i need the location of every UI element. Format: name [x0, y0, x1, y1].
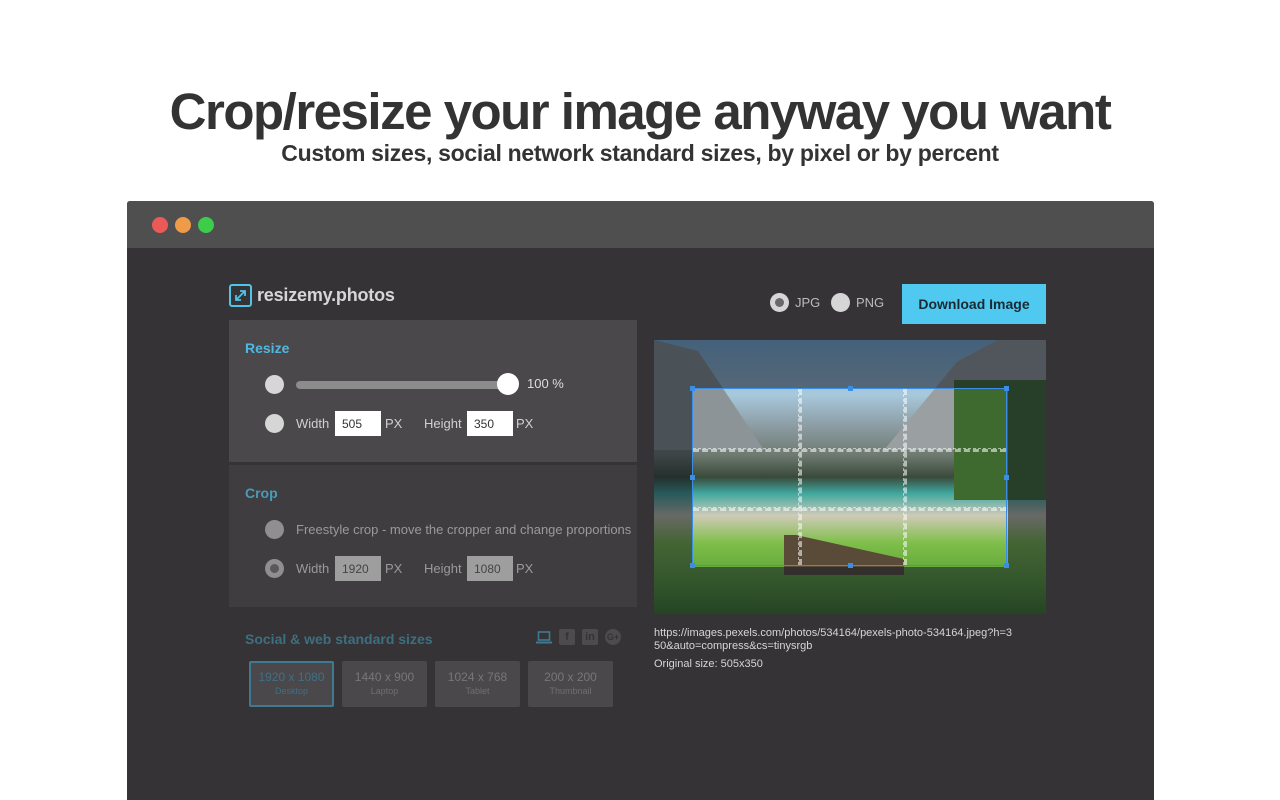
image-preview[interactable]: [654, 340, 1046, 614]
crop-title: Crop: [245, 485, 278, 501]
resize-height-label: Height: [424, 416, 462, 431]
crop-width-unit: PX: [385, 561, 403, 576]
size-preset-dim: 1024 x 768: [447, 670, 508, 684]
format-jpg-label: JPG: [795, 295, 821, 310]
resize-percent-value: 100 %: [527, 376, 564, 391]
size-presets: 1920 x 1080 Desktop 1440 x 900 Laptop 10…: [249, 661, 613, 707]
google-plus-icon[interactable]: G+: [605, 629, 621, 645]
crop-freestyle-radio[interactable]: [265, 520, 284, 539]
size-preset-dim: 1920 x 1080: [258, 670, 325, 684]
crop-shade-bottom: [654, 567, 1046, 614]
crop-height-input[interactable]: [467, 556, 513, 581]
slider-thumb[interactable]: [497, 373, 519, 395]
size-preset-desktop[interactable]: 1920 x 1080 Desktop: [249, 661, 334, 707]
crop-handle[interactable]: [848, 386, 853, 391]
logo-text: resizemy.photos: [257, 285, 395, 305]
format-png-radio[interactable]: [831, 293, 850, 312]
crop-shade-left: [654, 388, 692, 567]
crop-selection-box[interactable]: [690, 386, 1009, 568]
linkedin-icon[interactable]: in: [582, 629, 598, 645]
size-preset-name: Laptop: [370, 686, 399, 696]
format-jpg-option[interactable]: JPG: [770, 293, 820, 312]
resize-percent-radio[interactable]: [265, 375, 284, 394]
crop-freestyle-label: Freestyle crop - move the cropper and ch…: [296, 522, 632, 537]
crop-guide: [693, 507, 1006, 511]
social-sizes-title: Social & web standard sizes: [245, 631, 433, 647]
size-preset-laptop[interactable]: 1440 x 900 Laptop: [342, 661, 427, 707]
minimize-window-button[interactable]: [175, 217, 191, 233]
hero-title: Crop/resize your image anyway you want: [169, 83, 1112, 140]
resize-height-unit: PX: [516, 416, 534, 431]
crop-panel: Crop Freestyle crop - move the cropper a…: [229, 465, 637, 607]
resize-width-unit: PX: [385, 416, 403, 431]
crop-handle[interactable]: [690, 563, 695, 568]
crop-height-label: Height: [424, 561, 462, 576]
resize-width-label: Width: [296, 416, 330, 431]
crop-handle[interactable]: [1004, 475, 1009, 480]
crop-handle[interactable]: [690, 386, 695, 391]
size-preset-thumbnail[interactable]: 200 x 200 Thumbnail: [528, 661, 613, 707]
size-preset-tablet[interactable]: 1024 x 768 Tablet: [435, 661, 520, 707]
size-preset-name: Tablet: [465, 686, 490, 696]
crop-handle[interactable]: [1004, 386, 1009, 391]
facebook-icon[interactable]: f: [559, 629, 575, 645]
format-png-label: PNG: [856, 295, 885, 310]
crop-guide: [693, 448, 1006, 452]
crop-guide: [798, 389, 802, 565]
crop-fixed-radio[interactable]: [265, 559, 284, 578]
format-png-option[interactable]: PNG: [831, 293, 884, 312]
image-url: https://images.pexels.com/photos/534164/…: [654, 627, 1013, 652]
original-size: Original size: 505x350: [654, 658, 763, 670]
size-preset-dim: 200 x 200: [544, 670, 597, 684]
size-preset-dim: 1440 x 900: [354, 670, 415, 684]
crop-guide: [903, 389, 907, 565]
resize-width-input[interactable]: [335, 411, 381, 436]
crop-shade-right: [1008, 388, 1046, 567]
close-window-button[interactable]: [152, 217, 168, 233]
social-category-tabs: f in G+: [536, 629, 621, 645]
size-preset-name: Thumbnail: [549, 686, 592, 696]
size-preset-name: Desktop: [274, 686, 309, 696]
laptop-icon[interactable]: [536, 629, 552, 645]
expand-arrows-icon: [229, 284, 252, 307]
app-window: resizemy.photos Resize 100 % Width PX He…: [127, 201, 1154, 800]
app-logo[interactable]: resizemy.photos: [229, 284, 395, 307]
resize-percent-slider[interactable]: [296, 381, 508, 389]
crop-handle[interactable]: [690, 475, 695, 480]
resize-height-input[interactable]: [467, 411, 513, 436]
window-titlebar: [127, 201, 1154, 248]
download-image-button[interactable]: Download Image: [902, 284, 1046, 324]
maximize-window-button[interactable]: [198, 217, 214, 233]
format-jpg-radio[interactable]: [770, 293, 789, 312]
resize-pixel-radio[interactable]: [265, 414, 284, 433]
crop-height-unit: PX: [516, 561, 534, 576]
crop-handle[interactable]: [1004, 563, 1009, 568]
resize-panel: Resize 100 % Width PX Height PX: [229, 320, 637, 462]
social-sizes-section: Social & web standard sizes f in G+ 1920…: [229, 621, 637, 721]
resize-title: Resize: [245, 340, 290, 356]
crop-width-label: Width: [296, 561, 330, 576]
crop-handle[interactable]: [848, 563, 853, 568]
crop-width-input[interactable]: [335, 556, 381, 581]
crop-shade-top: [654, 340, 1046, 388]
hero-subtitle: Custom sizes, social network standard si…: [281, 140, 999, 166]
